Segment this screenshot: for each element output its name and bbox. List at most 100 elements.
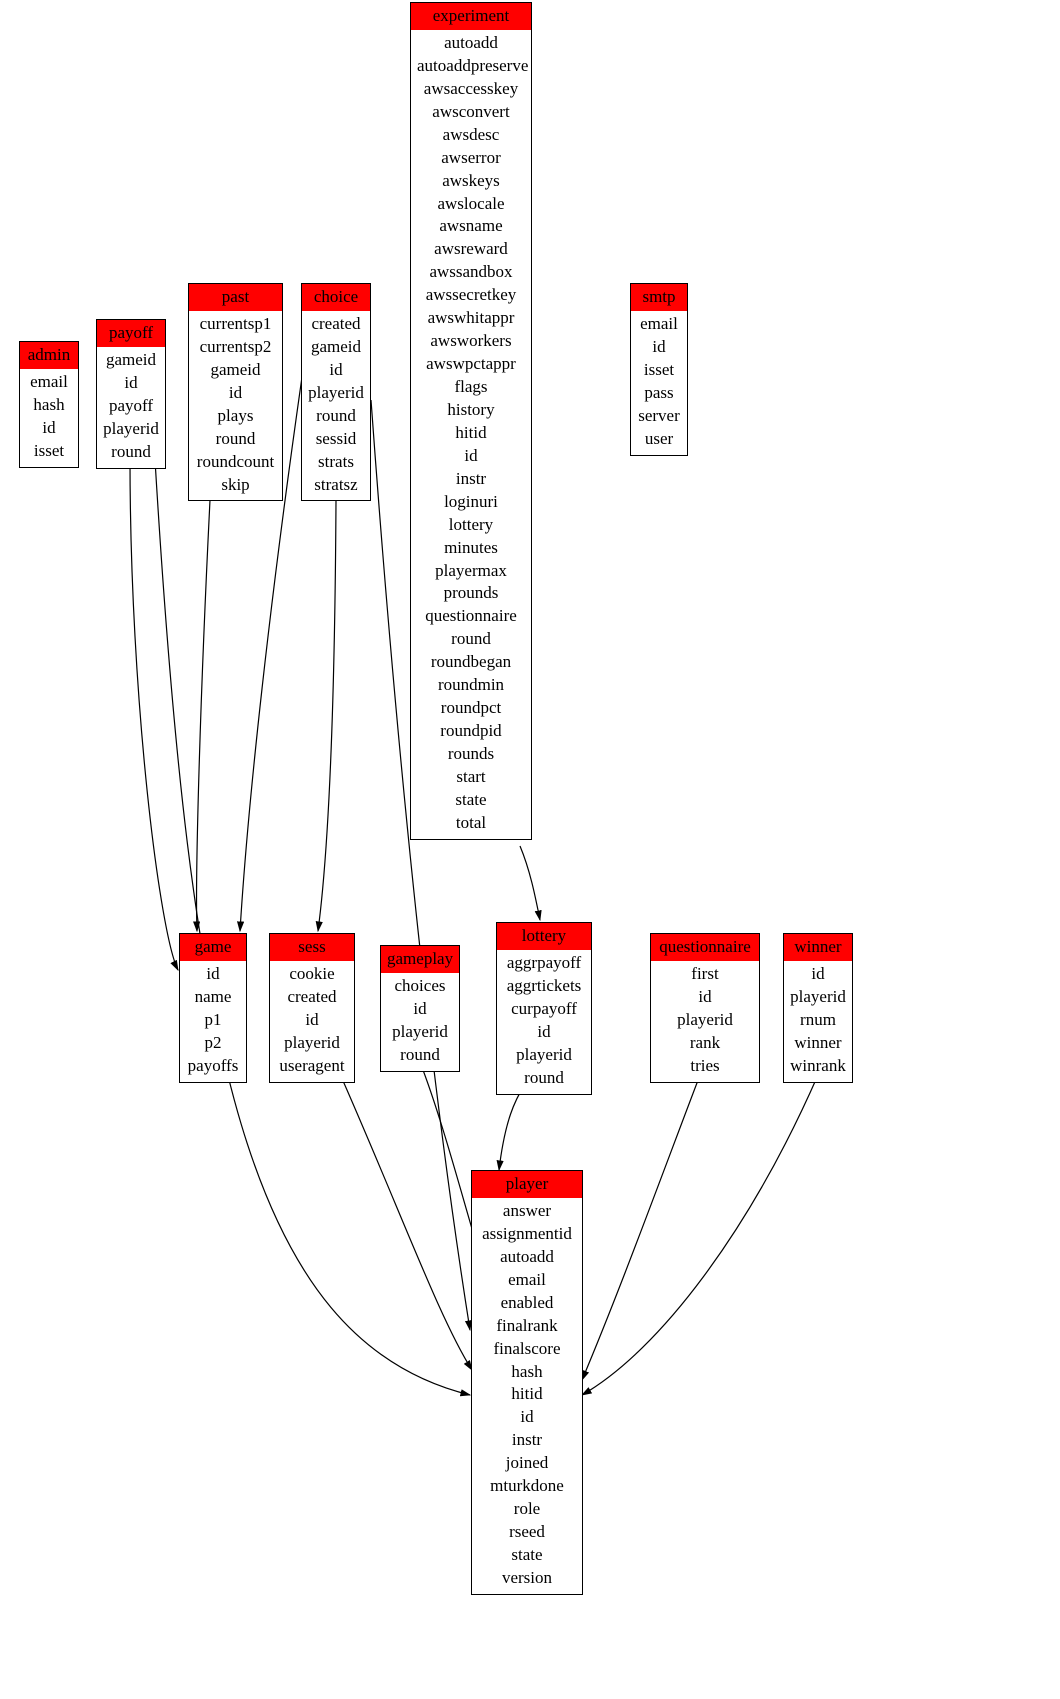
entity-field: awskeys [417,170,525,193]
entity-field: awswhitappr [417,307,525,330]
entity-field: email [478,1269,576,1292]
entity-field: email [26,371,72,394]
entity-field: skip [195,474,276,497]
entity-field: round [103,441,159,464]
entity-field: playerid [103,418,159,441]
edge-winner-to-player [582,1075,818,1395]
entity-field: isset [637,359,681,382]
entity-field: hitid [417,422,525,445]
entity-fields-player: answerassignmentidautoaddemailenabledfin… [472,1198,582,1594]
entity-field: awssecretkey [417,284,525,307]
entity-player: playeranswerassignmentidautoaddemailenab… [471,1170,583,1595]
entity-field: name [186,986,240,1009]
entity-field: awslocale [417,193,525,216]
entity-title-questionnaire: questionnaire [651,934,759,961]
entity-field: aggrtickets [503,975,585,998]
entity-field: assignmentid [478,1223,576,1246]
entity-title-choice: choice [302,284,370,311]
edge-experiment-to-lottery [520,846,540,920]
entity-field: payoff [103,395,159,418]
entity-field: round [195,428,276,451]
entity-field: playerid [790,986,846,1009]
entity-field: id [276,1009,348,1032]
entity-fields-smtp: emailidissetpassserveruser [631,311,687,455]
entity-field: rounds [417,743,525,766]
entity-field: hash [478,1361,576,1384]
entity-field: awsdesc [417,124,525,147]
entity-field: created [276,986,348,1009]
entity-field: aggrpayoff [503,952,585,975]
entity-field: playerid [308,382,364,405]
entity-title-sess: sess [270,934,354,961]
entity-title-game: game [180,934,246,961]
entity-game: gameidnamep1p2payoffs [179,933,247,1083]
entity-field: total [417,812,525,835]
entity-field: awssandbox [417,261,525,284]
entity-field: id [637,336,681,359]
entity-smtp: smtpemailidissetpassserveruser [630,283,688,456]
entity-field: created [308,313,364,336]
entity-field: rank [657,1032,753,1055]
entity-field: instr [478,1429,576,1452]
entity-field: awserror [417,147,525,170]
entity-field: autoadd [478,1246,576,1269]
entity-title-experiment: experiment [411,3,531,30]
entity-field: autoaddpreserve [417,55,525,78]
entity-field: state [478,1544,576,1567]
entity-field: instr [417,468,525,491]
entity-fields-gameplay: choicesidplayeridround [381,973,459,1071]
entity-lottery: lotteryaggrpayoffaggrticketscurpayoffidp… [496,922,592,1095]
entity-field: playerid [657,1009,753,1032]
entity-field: first [657,963,753,986]
entity-fields-experiment: autoaddautoaddpreserveawsaccesskeyawscon… [411,30,531,839]
entity-field: hash [26,394,72,417]
entity-fields-questionnaire: firstidplayeridranktries [651,961,759,1082]
entity-admin: adminemailhashidisset [19,341,79,468]
entity-fields-past: currentsp1currentsp2gameididplaysroundro… [189,311,282,501]
entity-field: awsconvert [417,101,525,124]
entity-field: id [186,963,240,986]
entity-field: awsworkers [417,330,525,353]
entity-field: useragent [276,1055,348,1078]
entity-field: gameid [195,359,276,382]
entity-field: id [387,998,453,1021]
entity-fields-choice: createdgameididplayeridroundsessidstrats… [302,311,370,501]
entity-fields-winner: idplayeridrnumwinnerwinrank [784,961,852,1082]
edge-choice-to-sess [318,500,336,931]
entity-field: history [417,399,525,422]
entity-field: awsaccesskey [417,78,525,101]
entity-field: id [503,1021,585,1044]
entity-field: round [417,628,525,651]
entity-field: roundmin [417,674,525,697]
entity-title-payoff: payoff [97,320,165,347]
entity-field: stratsz [308,474,364,497]
entity-field: hitid [478,1383,576,1406]
entity-field: id [26,417,72,440]
entity-fields-sess: cookiecreatedidplayeriduseragent [270,961,354,1082]
entity-title-past: past [189,284,282,311]
entity-field: id [103,372,159,395]
entity-fields-payoff: gameididpayoffplayeridround [97,347,165,468]
entity-fields-lottery: aggrpayoffaggrticketscurpayoffidplayerid… [497,950,591,1094]
entity-title-lottery: lottery [497,923,591,950]
entity-field: id [657,986,753,1009]
entity-field: start [417,766,525,789]
entity-field: rseed [478,1521,576,1544]
entity-field: lottery [417,514,525,537]
entity-title-winner: winner [784,934,852,961]
entity-fields-admin: emailhashidisset [20,369,78,467]
entity-field: curpayoff [503,998,585,1021]
entity-field: playerid [387,1021,453,1044]
entity-field: playerid [503,1044,585,1067]
entity-field: strats [308,451,364,474]
entity-field: p1 [186,1009,240,1032]
entity-field: finalscore [478,1338,576,1361]
entity-field: rnum [790,1009,846,1032]
entity-winner: winneridplayeridrnumwinnerwinrank [783,933,853,1083]
entity-field: p2 [186,1032,240,1055]
edge-payoff-to-game [130,460,178,970]
entity-field: isset [26,440,72,463]
entity-field: choices [387,975,453,998]
entity-field: server [637,405,681,428]
entity-field: id [308,359,364,382]
